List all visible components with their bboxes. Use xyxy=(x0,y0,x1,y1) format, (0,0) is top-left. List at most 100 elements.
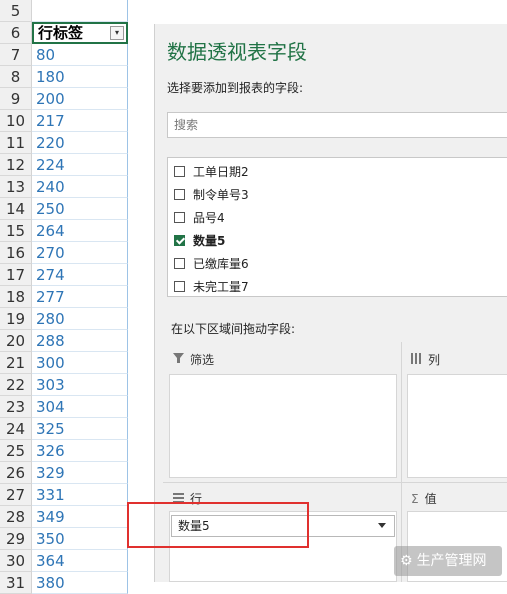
row-number[interactable]: 12 xyxy=(0,154,32,176)
cell[interactable]: 331 xyxy=(32,484,128,506)
cell[interactable]: 277 xyxy=(32,286,128,308)
checkbox-icon[interactable] xyxy=(174,189,185,200)
row-number[interactable]: 25 xyxy=(0,440,32,462)
cell[interactable]: 303 xyxy=(32,374,128,396)
dropdown-arrow-icon[interactable] xyxy=(378,523,386,528)
row-number[interactable]: 26 xyxy=(0,462,32,484)
row-number[interactable]: 16 xyxy=(0,242,32,264)
row-number[interactable]: 22 xyxy=(0,374,32,396)
row-number[interactable]: 24 xyxy=(0,418,32,440)
cell[interactable]: 326 xyxy=(32,440,128,462)
field-item[interactable]: 工单日期2 xyxy=(174,162,249,182)
filter-area-label: 筛选 xyxy=(190,353,215,367)
filter-dropdown-icon[interactable]: ▾ xyxy=(110,26,124,40)
cell-value: 303 xyxy=(36,376,65,394)
filter-icon xyxy=(173,350,184,370)
sheet-row: 27 331 xyxy=(0,484,128,506)
row-number[interactable]: 19 xyxy=(0,308,32,330)
cell[interactable]: 325 xyxy=(32,418,128,440)
sheet-row: 6 行标签 ▾ xyxy=(0,22,128,44)
checkbox-icon[interactable] xyxy=(174,166,185,177)
cell-value: 250 xyxy=(36,200,65,218)
area-divider-horizontal xyxy=(163,482,507,483)
cell[interactable]: 240 xyxy=(32,176,128,198)
checkbox-icon[interactable] xyxy=(174,281,185,292)
filter-area-header: 筛选 xyxy=(173,350,214,370)
row-number[interactable]: 23 xyxy=(0,396,32,418)
watermark: ⚙ 生产管理网 xyxy=(394,546,502,576)
row-number[interactable]: 21 xyxy=(0,352,32,374)
row-number[interactable]: 13 xyxy=(0,176,32,198)
cell[interactable]: 250 xyxy=(32,198,128,220)
row-number[interactable]: 28 xyxy=(0,506,32,528)
field-item[interactable]: 数量5 xyxy=(174,231,225,251)
field-label: 未完工量7 xyxy=(193,280,249,294)
row-number[interactable]: 6 xyxy=(0,22,32,44)
cell[interactable]: 280 xyxy=(32,308,128,330)
cell[interactable]: 264 xyxy=(32,220,128,242)
field-label: 制令单号3 xyxy=(193,188,249,202)
columns-drop-zone[interactable] xyxy=(407,374,507,478)
checkbox-icon[interactable] xyxy=(174,212,185,223)
row-number[interactable]: 17 xyxy=(0,264,32,286)
row-number[interactable]: 9 xyxy=(0,88,32,110)
cell[interactable]: 180 xyxy=(32,66,128,88)
sheet-row: 18 277 xyxy=(0,286,128,308)
cell[interactable]: 380 xyxy=(32,572,128,594)
field-item[interactable]: 未完工量7 xyxy=(174,277,249,297)
cell-value: 217 xyxy=(36,112,65,130)
sigma-icon: Σ xyxy=(411,492,419,506)
field-item[interactable]: 品号4 xyxy=(174,208,225,228)
field-item[interactable]: 已缴库量6 xyxy=(174,254,249,274)
row-number[interactable]: 7 xyxy=(0,44,32,66)
cell-value: 364 xyxy=(36,552,65,570)
cell[interactable] xyxy=(32,0,128,22)
field-item[interactable]: 制令单号3 xyxy=(174,185,249,205)
cell[interactable]: 349 xyxy=(32,506,128,528)
cell-value: 329 xyxy=(36,464,65,482)
row-number[interactable]: 8 xyxy=(0,66,32,88)
cell-value: 325 xyxy=(36,420,65,438)
cell[interactable]: 224 xyxy=(32,154,128,176)
cell[interactable]: 350 xyxy=(32,528,128,550)
cell-value: 行标签 xyxy=(38,24,84,42)
cell[interactable]: 270 xyxy=(32,242,128,264)
row-number[interactable]: 5 xyxy=(0,0,32,22)
watermark-text: 生产管理网 xyxy=(416,553,487,569)
row-number[interactable]: 29 xyxy=(0,528,32,550)
columns-icon xyxy=(411,350,422,370)
checkbox-icon[interactable] xyxy=(174,258,185,269)
row-number[interactable]: 27 xyxy=(0,484,32,506)
values-area-header: Σ值 xyxy=(411,489,437,509)
cell[interactable]: 80 xyxy=(32,44,128,66)
cell[interactable]: 364 xyxy=(32,550,128,572)
cell-value: 180 xyxy=(36,68,65,86)
cell-value: 349 xyxy=(36,508,65,526)
cell[interactable]: 220 xyxy=(32,132,128,154)
sheet-gap xyxy=(128,0,154,582)
cell[interactable]: 300 xyxy=(32,352,128,374)
row-number[interactable]: 11 xyxy=(0,132,32,154)
cell[interactable]: 288 xyxy=(32,330,128,352)
row-number[interactable]: 18 xyxy=(0,286,32,308)
cell[interactable]: 329 xyxy=(32,462,128,484)
cell[interactable]: 200 xyxy=(32,88,128,110)
field-search-input[interactable]: 搜索 xyxy=(167,112,507,138)
row-number[interactable]: 30 xyxy=(0,550,32,572)
panel-subtitle: 选择要添加到报表的字段: xyxy=(167,81,304,95)
row-number[interactable]: 15 xyxy=(0,220,32,242)
cell[interactable]: 274 xyxy=(32,264,128,286)
row-number[interactable]: 31 xyxy=(0,572,32,594)
row-number[interactable]: 20 xyxy=(0,330,32,352)
row-number[interactable]: 10 xyxy=(0,110,32,132)
filter-drop-zone[interactable] xyxy=(169,374,397,478)
sheet-row: 16 270 xyxy=(0,242,128,264)
cell-value: 220 xyxy=(36,134,65,152)
row-labels-header-cell[interactable]: 行标签 ▾ xyxy=(32,22,128,44)
panel-title: 数据透视表字段 xyxy=(167,40,307,64)
cell[interactable]: 304 xyxy=(32,396,128,418)
row-number[interactable]: 14 xyxy=(0,198,32,220)
cell[interactable]: 217 xyxy=(32,110,128,132)
checkbox-checked-icon[interactable] xyxy=(174,235,185,246)
cell-value: 277 xyxy=(36,288,65,306)
